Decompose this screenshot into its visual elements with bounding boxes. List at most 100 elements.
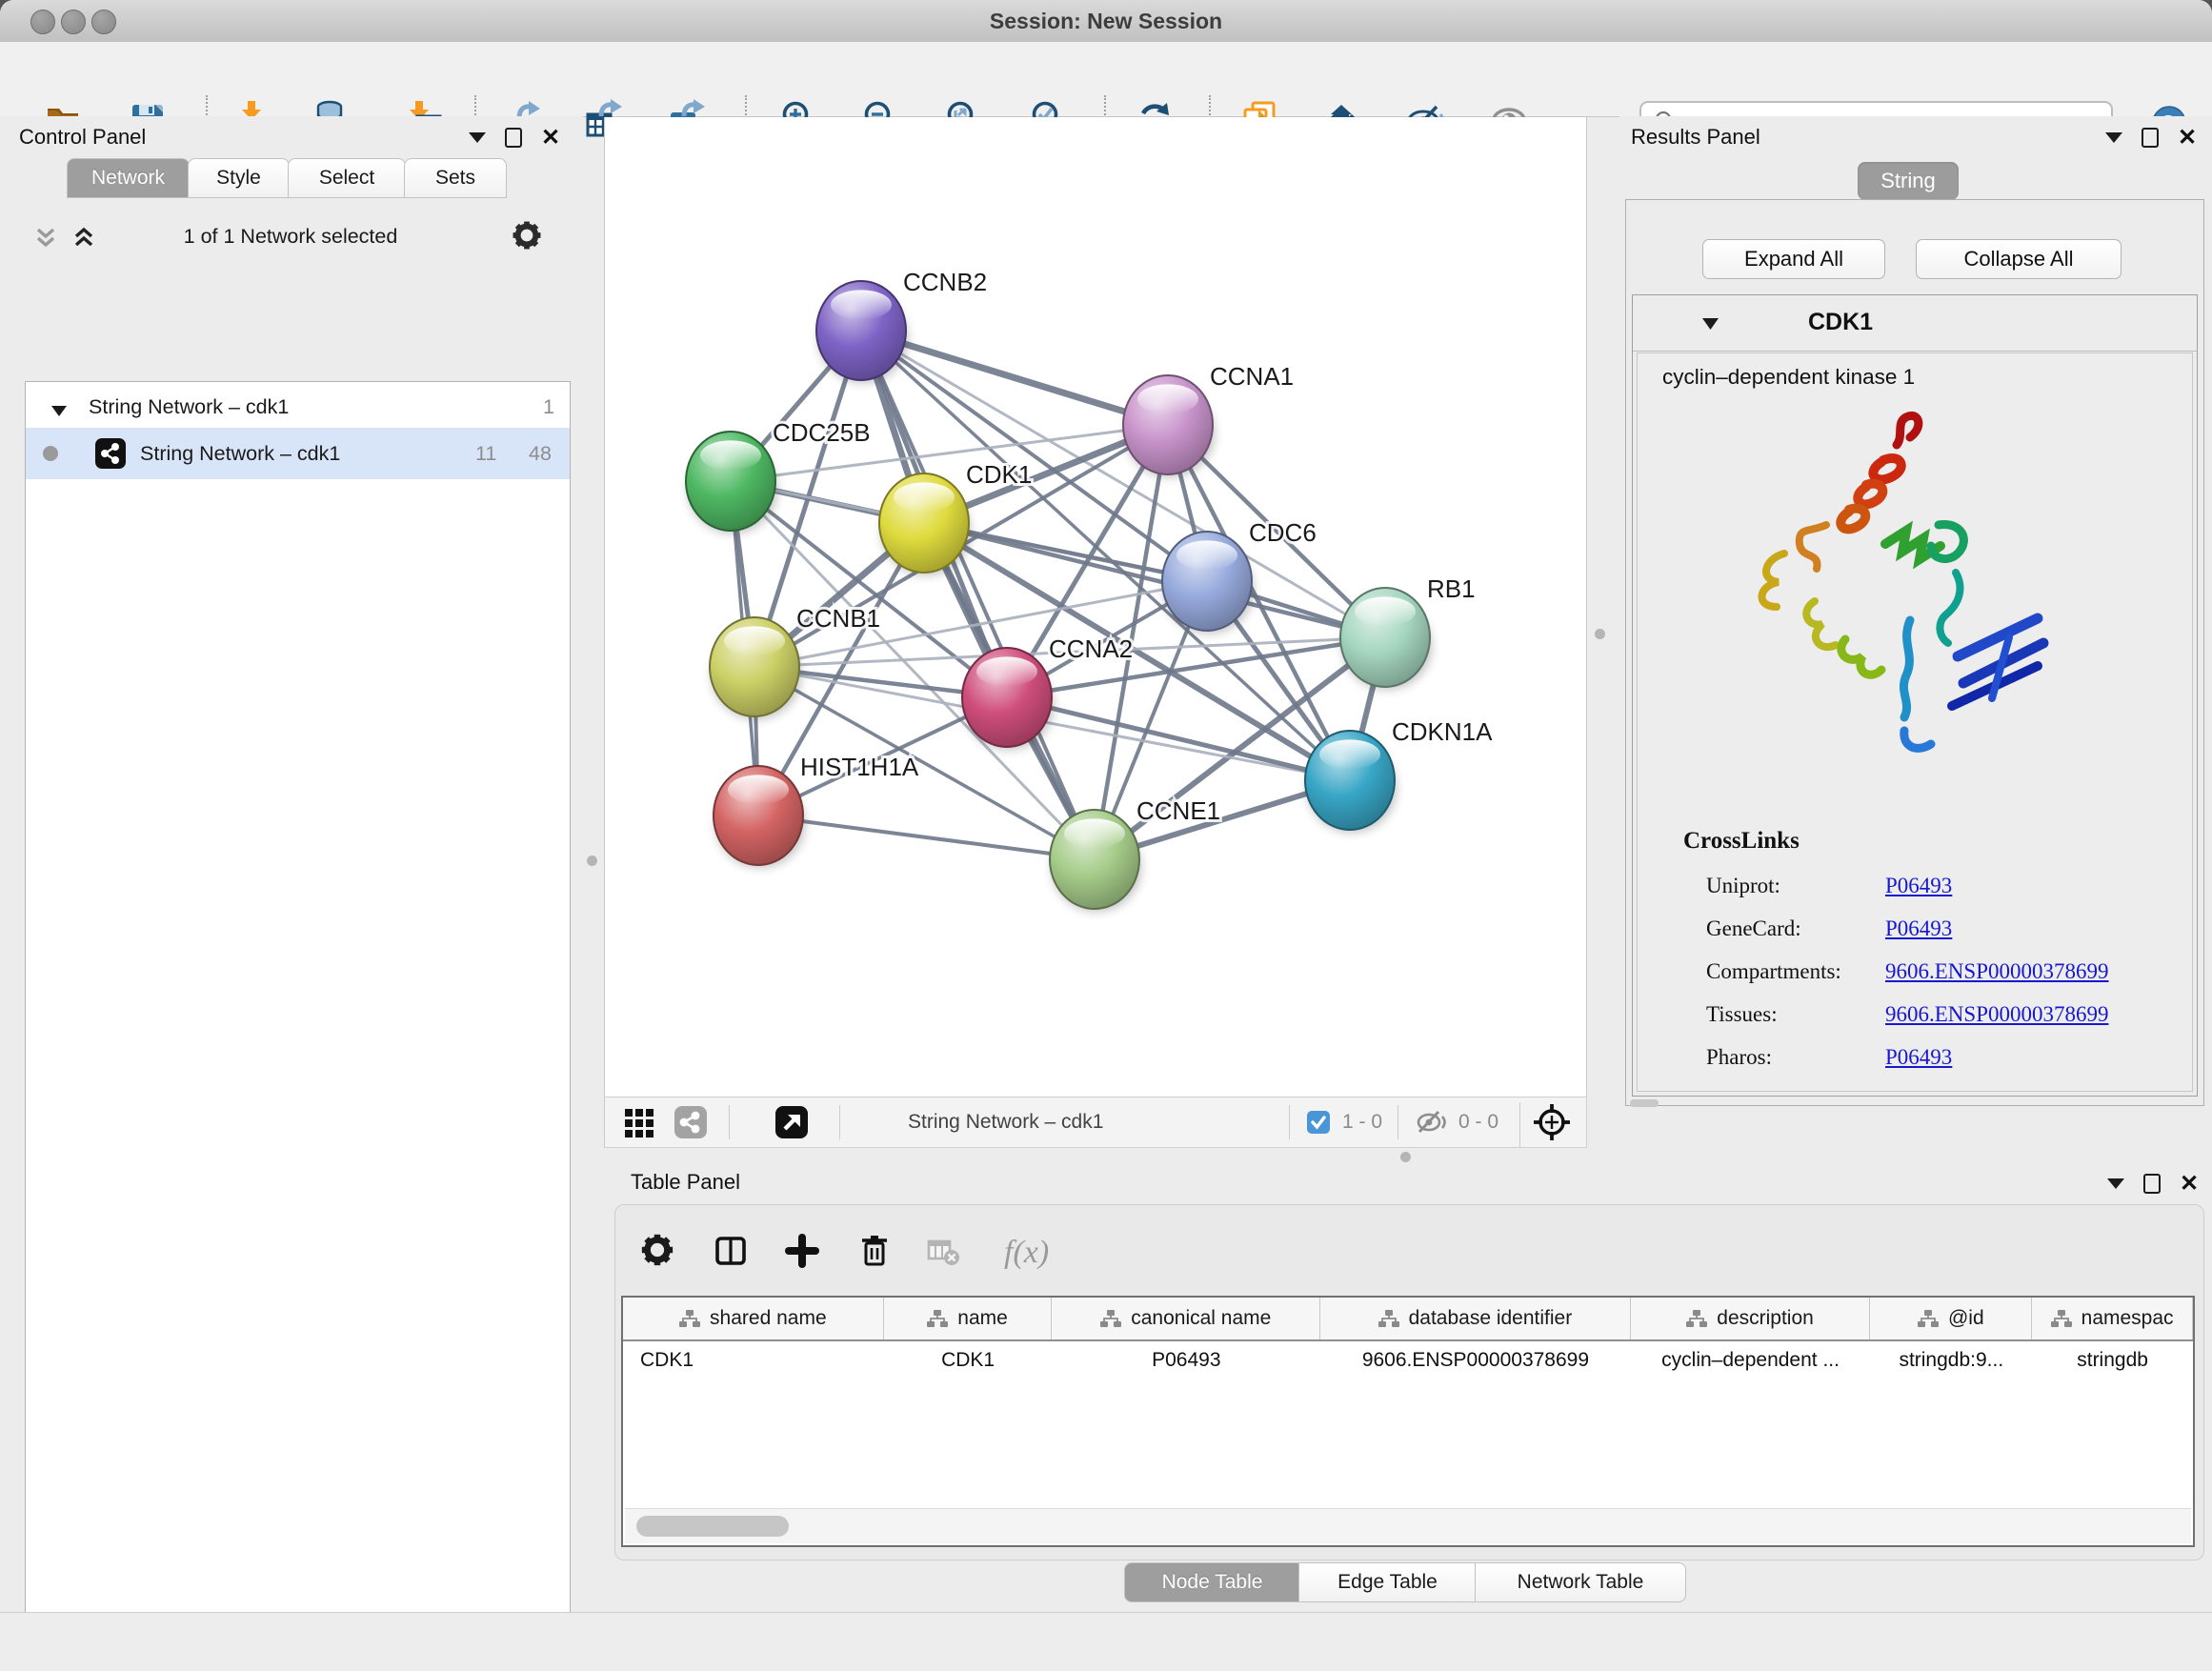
tab-network[interactable]: Network	[67, 158, 190, 198]
node-CCNB1[interactable]	[710, 617, 801, 719]
column-header-name[interactable]: name	[884, 1298, 1053, 1339]
crosslink-value-link[interactable]: 9606.ENSP00000378699	[1885, 1002, 2109, 1027]
network-status-dot-icon	[43, 446, 58, 461]
crosslink-value-link[interactable]: 9606.ENSP00000378699	[1885, 959, 2109, 984]
node-CCNA2[interactable]	[962, 648, 1054, 750]
node-CDC6[interactable]	[1162, 532, 1254, 634]
hidden-eye-icon[interactable]	[1415, 1108, 1449, 1141]
network-collection-row[interactable]: String Network – cdk1 1	[26, 388, 570, 428]
results-close-icon[interactable]: ✕	[2178, 129, 2197, 148]
column-header-namespac[interactable]: namespac	[2032, 1298, 2193, 1339]
crosslink-value-link[interactable]: P06493	[1885, 874, 1952, 898]
results-panel: Results Panel ✕ String Expand All Collap…	[1619, 116, 2212, 1168]
tab-string[interactable]: String	[1858, 162, 1959, 200]
network-row-selected[interactable]: String Network – cdk1 11 48	[26, 428, 570, 479]
tab-style[interactable]: Style	[188, 158, 290, 198]
node-label-CDK1: CDK1	[966, 460, 1032, 489]
table-cell: 9606.ENSP00000378699	[1320, 1341, 1631, 1383]
column-header-description[interactable]: description	[1631, 1298, 1871, 1339]
delete-table-button[interactable]	[924, 1232, 970, 1270]
table-cell: P06493	[1052, 1341, 1320, 1383]
node-CCNE1[interactable]	[1050, 810, 1141, 912]
column-header-shared-name[interactable]: shared name	[623, 1298, 884, 1339]
title-bar: Session: New Session	[0, 0, 2212, 43]
crosslink-value-link[interactable]: P06493	[1885, 1045, 1952, 1070]
node-HIST1H1A[interactable]	[714, 766, 805, 868]
crosslink-row: Compartments:9606.ENSP00000378699	[1706, 950, 2163, 993]
table-settings-gear-button[interactable]	[639, 1232, 685, 1270]
node-CDC25B[interactable]	[686, 432, 777, 534]
node-label-CCNE1: CCNE1	[1136, 796, 1220, 825]
network-canvas[interactable]: CCNB2CCNA1CDC25BCDK1CDC6RB1CCNB1CCNA2CDK…	[604, 117, 1587, 1097]
crosslink-label: Tissues:	[1706, 1002, 1885, 1027]
node-RB1[interactable]	[1340, 588, 1432, 690]
crosslink-row: Uniprot:P06493	[1706, 864, 2163, 907]
results-menu-icon[interactable]	[2105, 132, 2122, 143]
gene-section-header[interactable]: CDK1	[1633, 295, 2197, 352]
expand-all-button[interactable]: Expand All	[1702, 239, 1885, 279]
node-label-HIST1H1A: HIST1H1A	[800, 753, 919, 781]
table-hscrollbar[interactable]	[625, 1508, 2191, 1543]
collapse-all-button[interactable]: Collapse All	[1916, 239, 2122, 279]
node-label-CCNA1: CCNA1	[1210, 362, 1294, 391]
tab-edge-table[interactable]: Edge Table	[1298, 1562, 1477, 1602]
node-label-CCNB2: CCNB2	[903, 268, 987, 296]
left-splitter-handle[interactable]	[587, 856, 597, 866]
bottom-splitter-handle[interactable]	[1400, 1152, 1411, 1162]
panel-close-icon[interactable]: ✕	[541, 129, 560, 148]
column-header--id[interactable]: @id	[1870, 1298, 2032, 1339]
table-float-icon[interactable]	[2143, 1174, 2161, 1194]
network-selection-status: 1 of 1 Network selected	[124, 225, 457, 249]
table-hscroll-thumb[interactable]	[636, 1516, 789, 1537]
birdseye-grid-icon[interactable]	[622, 1105, 656, 1144]
column-header-canonical-name[interactable]: canonical name	[1052, 1298, 1320, 1339]
tab-node-table[interactable]: Node Table	[1124, 1562, 1300, 1602]
table-cell: stringdb	[2032, 1341, 2193, 1383]
collapse-all-networks-icon[interactable]	[32, 227, 59, 256]
node-CCNB2[interactable]	[816, 281, 908, 383]
node-CCNA1[interactable]	[1123, 375, 1215, 477]
split-columns-button[interactable]	[712, 1232, 757, 1270]
table-close-icon[interactable]: ✕	[2180, 1175, 2199, 1194]
control-panel-title: Control Panel	[19, 125, 146, 150]
add-column-button[interactable]	[783, 1232, 829, 1270]
delete-column-button[interactable]	[855, 1232, 901, 1270]
share-network-icon[interactable]	[674, 1105, 708, 1144]
expand-all-networks-icon[interactable]	[70, 227, 97, 256]
birdseye-crosshair-icon[interactable]	[1519, 1102, 1572, 1147]
crosslink-row: GeneCard:P06493	[1706, 907, 2163, 950]
results-hscroll-thumb[interactable]	[1630, 1099, 1659, 1107]
selected-checkbox-icon[interactable]	[1306, 1110, 1331, 1139]
column-header-database-identifier[interactable]: database identifier	[1320, 1298, 1631, 1339]
main-toolbar: ?	[0, 42, 2212, 117]
tab-sets[interactable]: Sets	[404, 158, 507, 198]
network-view-toolbar: String Network – cdk1 1 - 0 0 - 0	[604, 1097, 1587, 1148]
table-row[interactable]: CDK1CDK1P064939606.ENSP00000378699cyclin…	[623, 1341, 2193, 1383]
results-float-icon[interactable]	[2142, 128, 2159, 148]
network-options-gear-icon[interactable]	[511, 219, 543, 256]
selected-counts: 1 - 0	[1342, 1111, 1382, 1134]
collection-collapse-icon[interactable]	[50, 399, 68, 423]
crosslink-value-link[interactable]: P06493	[1885, 916, 1952, 941]
panel-float-icon[interactable]	[505, 128, 522, 148]
gene-collapse-icon[interactable]	[1701, 316, 1719, 335]
node-CDKN1A[interactable]	[1305, 731, 1397, 833]
crosslink-label: Pharos:	[1706, 1045, 1885, 1070]
edge-HIST1H1A-CCNE1[interactable]	[758, 815, 1095, 859]
tab-network-table[interactable]: Network Table	[1475, 1562, 1686, 1602]
table-menu-icon[interactable]	[2107, 1178, 2124, 1189]
function-builder-button[interactable]: f(x)	[1000, 1232, 1046, 1270]
node-label-CCNA2: CCNA2	[1049, 634, 1133, 663]
collection-count: 1	[543, 395, 554, 419]
crosslink-label: GeneCard:	[1706, 916, 1885, 941]
window-title: Session: New Session	[0, 0, 2212, 42]
tab-select[interactable]: Select	[288, 158, 406, 198]
detach-view-icon[interactable]	[774, 1105, 809, 1144]
crosslinks-title: CrossLinks	[1683, 828, 1800, 855]
right-splitter-handle[interactable]	[1595, 629, 1605, 639]
node-CDK1[interactable]	[879, 473, 971, 575]
network-edge-count: 48	[529, 442, 552, 466]
table-cell: cyclin–dependent ...	[1631, 1341, 1871, 1383]
gene-details: cyclin–dependent kinase 1 CrossLinks Uni…	[1637, 352, 2193, 1092]
panel-menu-icon[interactable]	[469, 132, 486, 143]
